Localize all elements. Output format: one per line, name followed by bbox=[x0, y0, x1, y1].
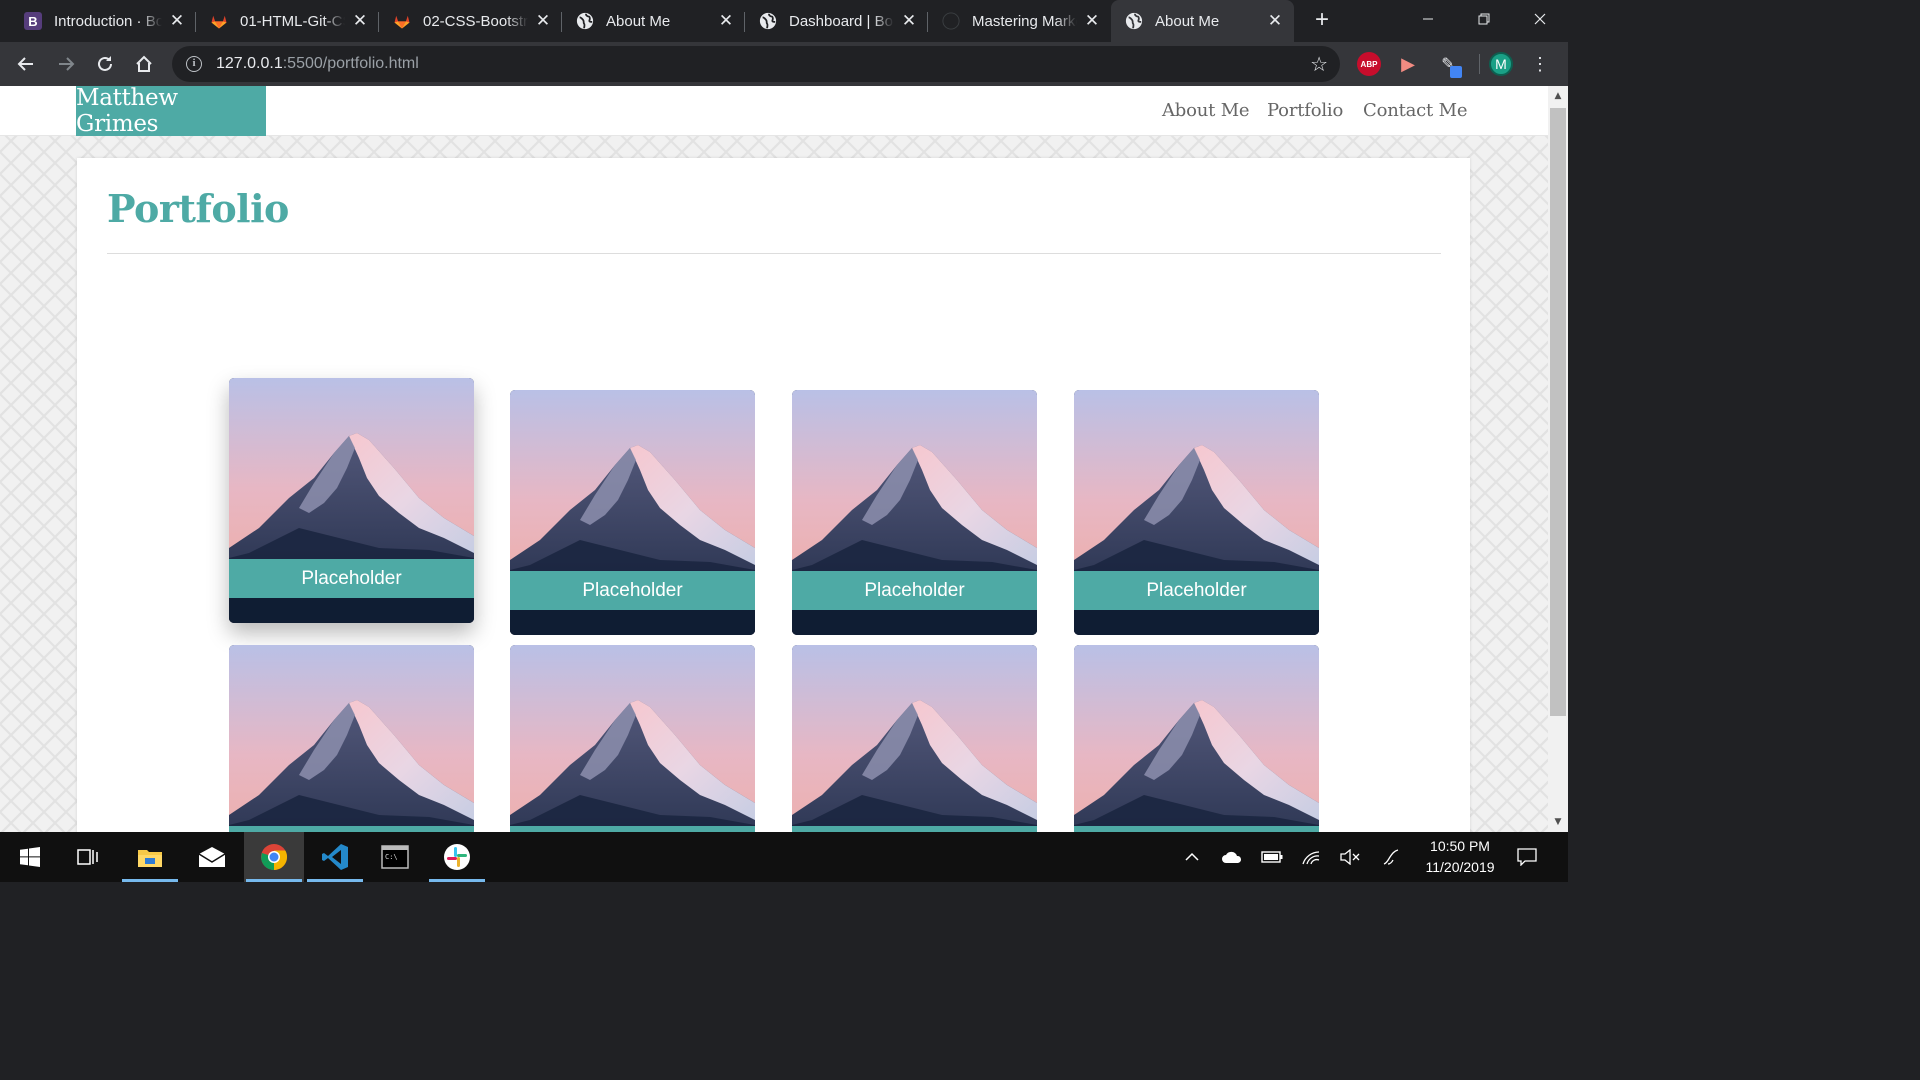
gitlab-icon bbox=[210, 12, 228, 30]
taskbar-clock[interactable]: 10:50 PM 11/20/2019 bbox=[1410, 836, 1510, 878]
portfolio-card[interactable]: Placeholder bbox=[510, 645, 755, 832]
svg-text:C:\: C:\ bbox=[385, 853, 398, 861]
tab[interactable]: Dashboard | Bootcamp ✕ bbox=[745, 0, 928, 42]
nav-link-portfolio[interactable]: Portfolio bbox=[1267, 100, 1343, 121]
site-info-icon[interactable]: i bbox=[186, 56, 202, 72]
close-window-icon[interactable] bbox=[1512, 0, 1568, 38]
windows-start-icon[interactable] bbox=[0, 832, 60, 882]
extension-pen-icon[interactable]: ✎ bbox=[1436, 52, 1462, 78]
mountain-image bbox=[510, 645, 755, 832]
home-icon[interactable] bbox=[130, 50, 158, 78]
tab-strip: B Introduction · Bootstrap ✕ 01-HTML-Git… bbox=[0, 0, 1568, 42]
bookmark-star-icon[interactable]: ☆ bbox=[1310, 53, 1328, 75]
card-caption: Placeholder bbox=[229, 559, 474, 598]
clock-date: 11/20/2019 bbox=[1425, 859, 1495, 875]
url-host: 127.0.0.1 bbox=[216, 55, 283, 72]
restore-icon[interactable] bbox=[1456, 0, 1512, 38]
gitlab-icon bbox=[393, 12, 411, 30]
onedrive-icon[interactable] bbox=[1218, 832, 1246, 882]
portfolio-card[interactable]: Placeholder bbox=[229, 645, 474, 832]
scrollbar-thumb[interactable] bbox=[1550, 108, 1566, 716]
forward-icon[interactable] bbox=[52, 50, 80, 78]
mountain-image bbox=[1074, 645, 1319, 832]
new-tab-button[interactable]: + bbox=[1309, 8, 1335, 34]
mountain-image bbox=[792, 645, 1037, 832]
pen-ink-icon[interactable] bbox=[1378, 832, 1406, 882]
bootstrap-icon: B bbox=[24, 12, 42, 30]
title-divider bbox=[107, 253, 1441, 254]
tab-title: About Me bbox=[606, 12, 671, 30]
tab-close-icon[interactable]: ✕ bbox=[900, 12, 918, 30]
tab-active[interactable]: About Me ✕ bbox=[1111, 0, 1294, 42]
terminal-icon[interactable]: C:\ bbox=[365, 832, 425, 882]
tab-close-icon[interactable]: ✕ bbox=[1266, 12, 1284, 30]
wifi-icon[interactable] bbox=[1297, 832, 1325, 882]
vscode-icon[interactable] bbox=[305, 832, 365, 882]
volume-muted-icon[interactable] bbox=[1336, 832, 1364, 882]
github-icon bbox=[942, 12, 960, 30]
tab[interactable]: B Introduction · Bootstrap ✕ bbox=[10, 0, 196, 42]
portfolio-card[interactable]: Placeholder bbox=[510, 390, 755, 635]
globe-icon bbox=[576, 12, 594, 30]
windows-taskbar: C:\ 10:50 PM 11/20/2019 bbox=[0, 832, 1568, 882]
url-text[interactable]: 127.0.0.1:5500/portfolio.html bbox=[216, 55, 419, 73]
brand-logo[interactable]: Matthew Grimes bbox=[76, 86, 266, 137]
card-caption: Placeholder bbox=[792, 571, 1037, 610]
address-bar[interactable]: i 127.0.0.1:5500/portfolio.html ☆ bbox=[172, 46, 1340, 82]
clock-time: 10:50 PM bbox=[1430, 838, 1490, 854]
kebab-menu-icon[interactable]: ⋮ bbox=[1528, 52, 1552, 76]
screen-recorder-icon[interactable]: ▶ bbox=[1396, 52, 1420, 76]
portfolio-card[interactable]: Placeholder bbox=[1074, 390, 1319, 635]
adblock-icon[interactable]: ABP bbox=[1357, 52, 1381, 76]
url-path: :5500/portfolio.html bbox=[282, 55, 419, 72]
site-navbar: Matthew Grimes About Me Portfolio Contac… bbox=[0, 86, 1548, 137]
tray-chevron-icon[interactable] bbox=[1180, 832, 1204, 882]
tab-title: Dashboard | Bootcamp bbox=[789, 12, 894, 30]
back-icon[interactable] bbox=[12, 50, 40, 78]
globe-icon bbox=[759, 12, 777, 30]
tab-close-icon[interactable]: ✕ bbox=[1083, 12, 1101, 30]
tab-close-icon[interactable]: ✕ bbox=[717, 12, 735, 30]
slack-icon[interactable] bbox=[427, 832, 487, 882]
mail-icon[interactable] bbox=[182, 832, 242, 882]
tab-title: About Me bbox=[1155, 12, 1220, 30]
tab-title: 02-CSS-Bootstrap bbox=[423, 12, 528, 30]
page-title: Portfolio bbox=[107, 186, 289, 231]
nav-link-contact[interactable]: Contact Me bbox=[1363, 100, 1467, 121]
page-scrollbar[interactable]: ▲ ▼ bbox=[1548, 86, 1568, 832]
scroll-up-icon[interactable]: ▲ bbox=[1552, 90, 1564, 102]
tab[interactable]: 02-CSS-Bootstrap ✕ bbox=[379, 0, 562, 42]
card-caption: Placeholder bbox=[510, 571, 755, 610]
tab-close-icon[interactable]: ✕ bbox=[168, 12, 186, 30]
page-viewport: Matthew Grimes About Me Portfolio Contac… bbox=[0, 86, 1548, 832]
portfolio-card[interactable]: Placeholder bbox=[792, 390, 1037, 635]
reload-icon[interactable] bbox=[91, 50, 119, 78]
task-view-icon[interactable] bbox=[58, 832, 118, 882]
profile-avatar[interactable]: M bbox=[1489, 52, 1513, 76]
browser-toolbar: i 127.0.0.1:5500/portfolio.html ☆ ABP ▶ … bbox=[0, 42, 1568, 86]
tab-close-icon[interactable]: ✕ bbox=[351, 12, 369, 30]
globe-icon bbox=[1125, 12, 1143, 30]
tab-title: Introduction · Bootstrap bbox=[54, 12, 162, 30]
mountain-image bbox=[229, 645, 474, 832]
tab-title: 01-HTML-Git-CSS bbox=[240, 12, 345, 30]
portfolio-card[interactable]: Placeholder bbox=[792, 645, 1037, 832]
tab[interactable]: Mastering Markdown ✕ bbox=[928, 0, 1111, 42]
tab-title: Mastering Markdown bbox=[972, 12, 1077, 30]
minimize-icon[interactable] bbox=[1400, 0, 1456, 38]
nav-link-about[interactable]: About Me bbox=[1162, 100, 1250, 121]
file-explorer-icon[interactable] bbox=[120, 832, 180, 882]
portfolio-card[interactable]: Placeholder bbox=[1074, 645, 1319, 832]
portfolio-card[interactable]: Placeholder bbox=[229, 378, 474, 623]
battery-icon[interactable] bbox=[1258, 832, 1286, 882]
content-panel: Portfolio Placeholder Placeholder Placehol… bbox=[77, 158, 1470, 832]
card-caption: Placeholder bbox=[1074, 571, 1319, 610]
chrome-icon[interactable] bbox=[244, 832, 304, 882]
action-center-icon[interactable] bbox=[1512, 832, 1542, 882]
tab[interactable]: About Me ✕ bbox=[562, 0, 745, 42]
scroll-down-icon[interactable]: ▼ bbox=[1552, 816, 1564, 828]
tab-close-icon[interactable]: ✕ bbox=[534, 12, 552, 30]
tab[interactable]: 01-HTML-Git-CSS ✕ bbox=[196, 0, 379, 42]
toolbar-separator bbox=[1479, 54, 1480, 74]
